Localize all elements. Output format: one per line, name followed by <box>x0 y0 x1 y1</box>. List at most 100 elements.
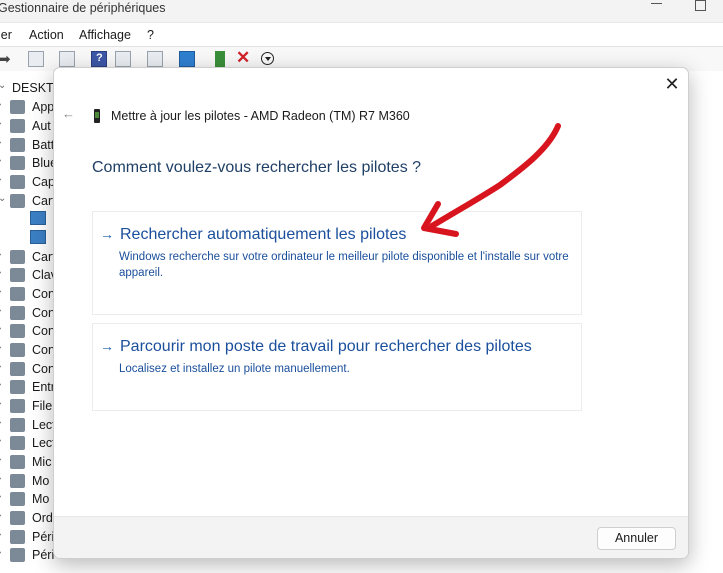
chevron-right-icon[interactable]: › <box>0 398 1 409</box>
device-category-icon <box>10 474 25 488</box>
menu-file[interactable]: ier <box>0 28 12 42</box>
maximize-icon[interactable] <box>695 0 706 11</box>
option-description: Localisez et installez un pilote manuell… <box>119 363 350 375</box>
device-category-icon <box>10 100 25 114</box>
scan-hardware-icon[interactable] <box>147 51 163 67</box>
device-category-icon <box>10 455 25 469</box>
tree-item-label: Mo <box>32 474 50 488</box>
device-category-icon <box>10 548 25 562</box>
device-category-icon <box>10 511 25 525</box>
chevron-down-icon: ⌄ <box>0 80 7 91</box>
update-driver-dialog: ← Mettre à jour les pilotes - AMD Radeon… <box>53 67 689 559</box>
tree-item-label: Con <box>32 343 55 357</box>
device-category-icon <box>10 306 25 320</box>
device-category-icon <box>10 436 25 450</box>
tree-item-label: Mo <box>32 492 50 506</box>
tree-item-label: Cap <box>32 175 55 189</box>
monitor-icon[interactable] <box>179 51 195 67</box>
chevron-right-icon[interactable]: › <box>0 155 1 166</box>
chevron-right-icon[interactable]: › <box>0 286 1 297</box>
forward-icon[interactable]: ➡ <box>0 50 11 68</box>
device-category-icon <box>10 362 25 376</box>
help-icon[interactable] <box>91 51 107 67</box>
dialog-header: Mettre à jour les pilotes - AMD Radeon (… <box>111 109 410 123</box>
chevron-right-icon[interactable]: › <box>0 249 1 260</box>
search-automatically-option[interactable]: → Rechercher automatiquement les pilotes… <box>92 211 582 315</box>
device-category-icon <box>10 138 25 152</box>
window-title: Gestionnaire de périphériques <box>0 1 166 15</box>
tree-item-label: Entr <box>32 380 55 394</box>
dialog-footer: Annuler <box>54 516 688 558</box>
properties-icon[interactable] <box>28 51 44 67</box>
resources-icon[interactable] <box>115 51 131 67</box>
cancel-button[interactable]: Annuler <box>597 527 676 550</box>
tree-item-label: Con <box>32 324 55 338</box>
device-category-icon <box>10 343 25 357</box>
device-category-icon <box>10 268 25 282</box>
chevron-right-icon[interactable]: › <box>0 454 1 465</box>
chevron-right-icon[interactable]: › <box>0 529 1 540</box>
menu-bar: ier Action Affichage ? <box>0 22 723 47</box>
chevron-right-icon[interactable]: › <box>0 174 1 185</box>
browse-computer-option[interactable]: → Parcourir mon poste de travail pour re… <box>92 323 582 411</box>
display-adapter-icon <box>30 230 46 244</box>
chevron-right-icon[interactable]: › <box>0 417 1 428</box>
tree-item-label: Con <box>32 362 55 376</box>
chevron-right-icon[interactable]: › <box>0 323 1 334</box>
install-icon[interactable] <box>261 52 274 65</box>
option-title: Rechercher automatiquement les pilotes <box>120 226 407 243</box>
tree-item-label: Mic <box>32 455 52 469</box>
graphics-card-icon <box>94 109 100 123</box>
chevron-right-icon[interactable]: › <box>0 118 1 129</box>
chevron-right-icon[interactable]: › <box>0 473 1 484</box>
update-driver-icon[interactable] <box>215 51 225 67</box>
tree-item-label: Péri <box>32 548 55 562</box>
list-icon[interactable] <box>59 51 75 67</box>
minimize-icon[interactable] <box>651 3 662 4</box>
chevron-right-icon[interactable]: › <box>0 99 1 110</box>
device-category-icon <box>10 250 25 264</box>
tree-item-label: App <box>32 100 55 114</box>
chevron-right-icon[interactable]: › <box>0 491 1 502</box>
window-titlebar: Gestionnaire de périphériques <box>0 0 723 22</box>
device-category-icon <box>10 324 25 338</box>
chevron-down-icon[interactable]: ⌄ <box>0 193 6 204</box>
dialog-question: Comment voulez-vous rechercher les pilot… <box>92 159 422 176</box>
device-category-icon <box>10 119 25 133</box>
chevron-right-icon[interactable]: › <box>0 361 1 372</box>
chevron-right-icon[interactable]: › <box>0 547 1 558</box>
chevron-right-icon[interactable]: › <box>0 510 1 521</box>
menu-action[interactable]: Action <box>29 28 64 42</box>
chevron-right-icon[interactable]: › <box>0 137 1 148</box>
device-category-icon <box>10 399 25 413</box>
option-description: Windows recherche sur votre ordinateur l… <box>119 251 569 279</box>
chevron-right-icon[interactable]: › <box>0 305 1 316</box>
chevron-right-icon[interactable]: › <box>0 435 1 446</box>
chevron-right-icon[interactable]: › <box>0 342 1 353</box>
arrow-right-icon: → <box>100 226 114 242</box>
tree-item-label: Con <box>32 287 55 301</box>
chevron-right-icon[interactable]: › <box>0 379 1 390</box>
tree-item-label: File <box>32 399 53 413</box>
display-adapter-icon <box>30 211 46 225</box>
device-category-icon <box>10 175 25 189</box>
tree-item-label: Ord <box>32 511 53 525</box>
tree-item-label: Aut <box>32 119 51 133</box>
arrow-right-icon: → <box>100 338 114 354</box>
tree-item-label: Con <box>32 306 55 320</box>
device-category-icon <box>10 530 25 544</box>
chevron-right-icon[interactable]: › <box>0 267 1 278</box>
menu-help[interactable]: ? <box>147 28 154 42</box>
device-category-icon <box>10 156 25 170</box>
device-category-icon <box>10 492 25 506</box>
device-category-icon <box>10 194 25 208</box>
menu-view[interactable]: Affichage <box>79 28 131 42</box>
device-category-icon <box>10 380 25 394</box>
tree-item-label: Péri <box>32 530 55 544</box>
device-category-icon <box>10 418 25 432</box>
device-category-icon <box>10 287 25 301</box>
tree-item-label: Batt <box>32 138 55 152</box>
back-arrow-icon[interactable]: ← <box>62 106 75 121</box>
close-icon[interactable]: ✕ <box>662 73 682 95</box>
uninstall-icon[interactable]: ✕ <box>236 48 250 68</box>
